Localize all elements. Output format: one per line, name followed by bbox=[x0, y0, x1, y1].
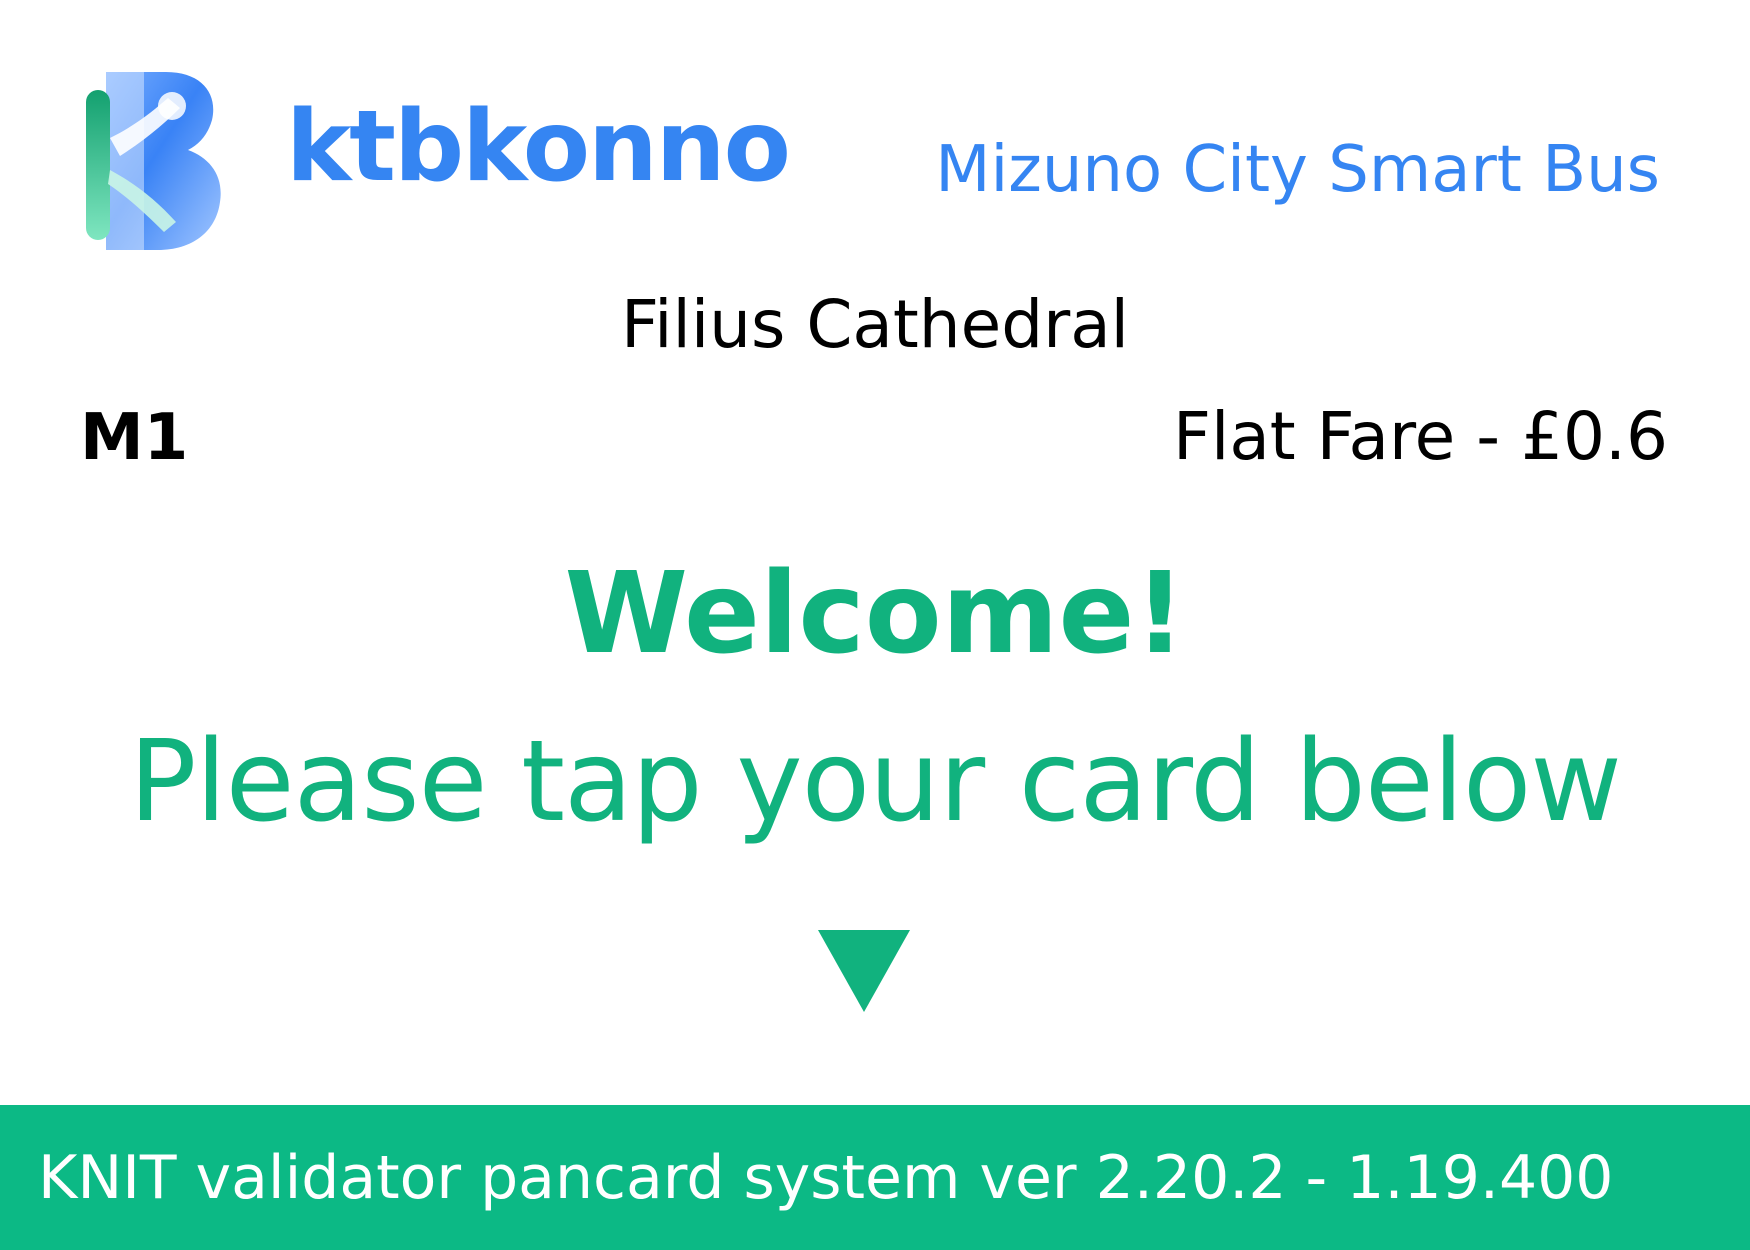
route-code: M1 bbox=[80, 401, 189, 475]
down-triangle-icon bbox=[818, 930, 910, 1012]
stop-name: Filius Cathedral bbox=[620, 286, 1130, 363]
welcome-heading: Welcome! bbox=[564, 549, 1186, 679]
brand-name: ktbkonno bbox=[286, 90, 791, 204]
service-subtitle: Mizuno City Smart Bus bbox=[935, 133, 1660, 207]
system-version-text: KNIT validator pancard system ver 2.20.2… bbox=[38, 1143, 1614, 1213]
ktbkonno-logo-icon bbox=[84, 72, 224, 250]
fare-label: Flat Fare - £0.6 bbox=[1173, 398, 1668, 475]
tap-card-instruction: Please tap your card below bbox=[129, 717, 1622, 847]
